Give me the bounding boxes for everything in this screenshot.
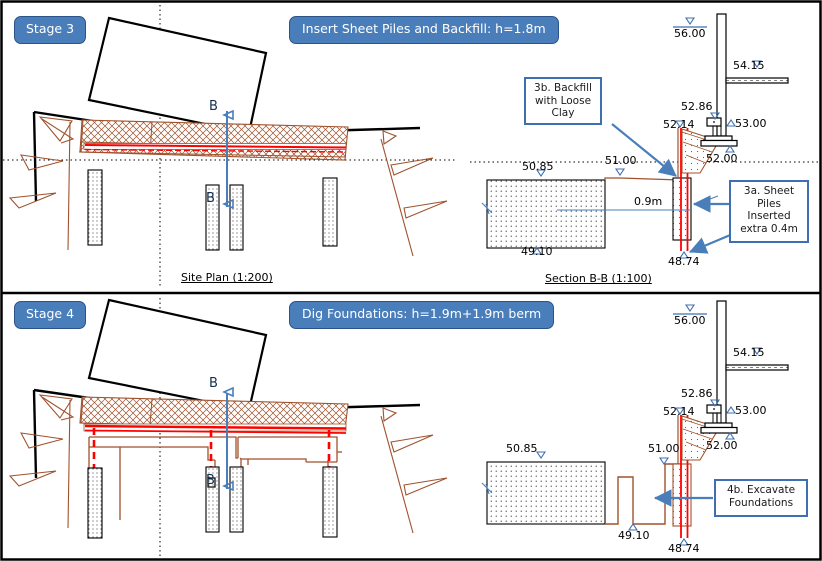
plan-site-features-right-stage3: [380, 130, 448, 257]
level-label-48-74: 48.74: [668, 255, 700, 268]
section-soil-block-stage3: [481, 179, 606, 249]
stage-title-badge-stage4[interactable]: Dig Foundations: h=1.9m+1.9m berm: [289, 301, 555, 329]
plan-backfill-band-stage3: [78, 119, 349, 161]
level-label-52-14: 52.14: [663, 118, 695, 131]
section-ground-line-stage3: [604, 177, 681, 181]
plan-piles-stage3: [87, 169, 338, 251]
plan-site-features-left-stage4: [8, 394, 75, 529]
drawing-vector-layer: [0, 0, 822, 561]
level-label-48-74-stage4: 48.74: [668, 542, 700, 555]
level-label-52-86: 52.86: [681, 100, 713, 113]
level-label-52-00: 52.00: [706, 152, 738, 165]
site-plan-caption-stage3: Site Plan (1:200): [181, 271, 273, 284]
drawing-canvas: Stage 3 Insert Sheet Piles and Backfill:…: [0, 0, 822, 561]
section-caption-stage3: Section B-B (1:100): [545, 272, 652, 285]
level-label-54-15-stage4: 54.15: [733, 346, 765, 359]
dimension-0-9m: 0.9m: [634, 195, 663, 208]
level-label-56-00-stage4: 56.00: [674, 314, 706, 327]
section-mark-b-top-stage3: B: [209, 99, 218, 114]
stage-badge-stage4[interactable]: Stage 4: [14, 301, 87, 329]
plan-site-features-left-stage3: [8, 116, 75, 251]
level-label-50-85-stage4: 50.85: [506, 442, 538, 455]
section-soil-block-stage4: [481, 461, 606, 525]
callout-4b-excavate[interactable]: 4b. Excavate Foundations: [714, 479, 808, 517]
level-label-54-15: 54.15: [733, 59, 765, 72]
section-excavation-profile-stage4: [605, 463, 680, 525]
stage-badge-stage3[interactable]: Stage 3: [14, 16, 87, 44]
level-label-56-00: 56.00: [674, 27, 706, 40]
plan-sheet-pile-line-stage4: [83, 423, 347, 434]
callout-3b-backfill[interactable]: 3b. Backfill with Loose Clay: [524, 77, 602, 125]
plan-site-features-right-stage4: [380, 407, 448, 534]
level-label-53-00-stage4: 53.00: [735, 404, 767, 417]
level-label-52-00-stage4: 52.00: [706, 439, 738, 452]
callout-3a-sheet-piles[interactable]: 3a. Sheet Piles Inserted extra 0.4m: [729, 180, 809, 243]
level-label-52-14-stage4: 52.14: [663, 405, 695, 418]
level-label-50-85: 50.85: [522, 160, 554, 173]
section-mark-b-bottom-stage3: B: [206, 191, 215, 206]
level-label-51-00: 51.00: [605, 154, 637, 167]
level-label-49-10-stage4: 49.10: [618, 529, 650, 542]
section-mark-b-top-stage4: B: [209, 376, 218, 391]
level-label-51-00-stage4: 51.00: [648, 442, 680, 455]
section-mark-b-bottom-stage4: B: [206, 473, 215, 488]
level-label-49-10: 49.10: [521, 245, 553, 258]
stage-title-badge-stage3[interactable]: Insert Sheet Piles and Backfill: h=1.8m: [289, 16, 559, 44]
level-label-53-00: 53.00: [735, 117, 767, 130]
level-label-52-86-stage4: 52.86: [681, 387, 713, 400]
